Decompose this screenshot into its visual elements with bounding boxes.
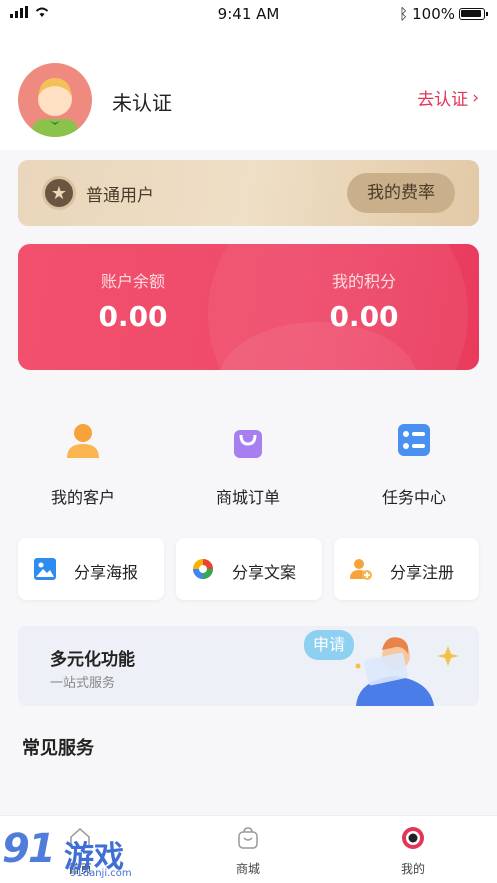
account-balance-label: 账户余额 (100, 272, 165, 291)
avatar-illustration-icon (32, 78, 78, 137)
profile-icon (402, 827, 424, 849)
share-poster-button[interactable]: 分享海报 (18, 538, 164, 600)
profile-header: 未认证 去认证 › (0, 30, 497, 150)
watermark-number: 91 (2, 826, 56, 872)
my-points[interactable]: 我的积分 0.00 (249, 268, 479, 333)
certify-link-label: 去认证 (417, 90, 469, 110)
share-copy-label: 分享文案 (232, 563, 297, 582)
share-register-button[interactable]: 分享注册 (334, 538, 479, 600)
share-copy-button[interactable]: 分享文案 (176, 538, 322, 600)
balance-card: 账户余额 0.00 我的积分 0.00 (18, 244, 479, 370)
add-user-icon (350, 559, 372, 580)
task-center-button[interactable]: 任务中心 (349, 420, 479, 508)
battery-percent: 100% (412, 5, 455, 23)
mall-orders-button[interactable]: 商城订单 (183, 420, 313, 508)
aperture-icon (193, 559, 213, 579)
star-icon: ★ (42, 176, 76, 210)
banner-title: 多元化功能 (50, 650, 135, 670)
share-poster-label: 分享海报 (74, 563, 139, 582)
certify-link[interactable]: 去认证 › (417, 85, 479, 111)
chevron-right-icon: › (472, 87, 479, 108)
person-icon (67, 424, 99, 458)
common-services-title: 常见服务 (22, 738, 94, 759)
tab-mall-label: 商城 (235, 862, 260, 876)
my-rate-button[interactable]: 我的费率 (347, 173, 455, 213)
share-register-label: 分享注册 (390, 563, 455, 582)
image-icon (34, 558, 56, 580)
quick-actions: 我的客户 商城订单 任务中心 (0, 420, 497, 510)
multi-function-banner[interactable]: 多元化功能 一站式服务 申请 (18, 626, 479, 706)
banner-subtitle: 一站式服务 (50, 676, 116, 691)
banner-illustration-icon (355, 637, 459, 706)
watermark-url: 91danji.com (70, 868, 132, 879)
task-center-label: 任务中心 (381, 488, 446, 507)
mall-orders-label: 商城订单 (215, 488, 280, 507)
account-balance[interactable]: 账户余额 0.00 (18, 268, 248, 333)
battery-icon (459, 8, 488, 20)
my-points-value: 0.00 (329, 300, 399, 333)
certification-status: 未认证 (112, 91, 172, 115)
status-bar: 9:41 AM ᛒ 100% (0, 0, 497, 30)
my-customers-button[interactable]: 我的客户 (18, 420, 148, 508)
member-level: 普通用户 (86, 186, 154, 206)
tab-mall[interactable]: 商城 (188, 826, 308, 877)
my-customers-label: 我的客户 (50, 488, 115, 507)
bag-icon (238, 827, 258, 849)
tab-mine-label: 我的 (400, 862, 425, 876)
status-right: ᛒ 100% (399, 5, 488, 23)
task-list-icon (398, 424, 430, 456)
shopping-bag-icon (234, 430, 262, 458)
member-card: ★ 普通用户 我的费率 (18, 160, 479, 226)
apply-bubble[interactable]: 申请 (304, 630, 354, 660)
account-balance-value: 0.00 (98, 300, 168, 333)
tab-mine[interactable]: 我的 (353, 826, 473, 877)
bluetooth-icon: ᛒ (399, 5, 409, 23)
my-points-label: 我的积分 (331, 272, 396, 291)
avatar[interactable] (18, 63, 92, 137)
